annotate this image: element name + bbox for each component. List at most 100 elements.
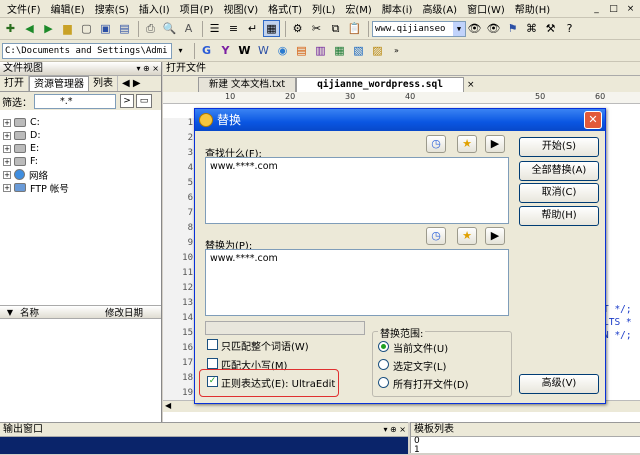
web-icon[interactable]: ◉ [274,42,291,59]
history-icon[interactable]: ◷ [426,227,446,245]
macro-icon[interactable]: ⌘ [523,20,540,37]
start-button[interactable]: 开始(S) [519,137,599,157]
tree-node-e[interactable]: + E: [0,142,161,155]
folder-open-icon[interactable]: ▭ [136,94,152,108]
favorite-star-icon[interactable]: ★ [457,135,477,153]
save-icon[interactable]: ▣ [97,20,114,37]
menu-edit[interactable]: 编辑(E) [46,1,90,16]
expand-arrow-icon[interactable]: ▶ [485,135,505,153]
print-icon[interactable]: ⎙ [142,20,159,37]
css-icon[interactable]: ▧ [350,42,367,59]
filter-apply-button[interactable]: > [120,94,134,108]
path-combo[interactable]: C:\Documents and Settings\Admi [2,42,172,59]
cancel-button[interactable]: 取消(C) [519,183,599,203]
column-name[interactable]: 名称 [20,305,105,319]
html-icon[interactable]: ▤ [293,42,310,59]
menu-format[interactable]: 格式(T) [263,1,307,16]
menu-search[interactable]: 搜索(S) [90,1,134,16]
close-file-icon[interactable]: ▢ [78,20,95,37]
ftp-icon[interactable]: ⚙ [289,20,306,37]
tree-node-f[interactable]: + F: [0,155,161,168]
scope-selected-text-radio[interactable] [378,359,389,370]
php-icon[interactable]: ▥ [312,42,329,59]
back-arrow-icon[interactable]: ◀ [21,20,38,37]
minimize-button[interactable]: _ [589,2,604,16]
indent-icon[interactable]: ≡ [225,20,242,37]
history-icon[interactable]: ◷ [426,135,446,153]
tree-node-network[interactable]: + 网络 [0,168,161,182]
menu-advanced[interactable]: 高级(A) [417,1,462,16]
replace-all-button[interactable]: 全部替换(A) [519,161,599,181]
perl-icon[interactable]: ▦ [331,42,348,59]
yahoo-icon[interactable]: Y [217,42,234,59]
help-icon[interactable]: ? [561,20,578,37]
close-tab-icon[interactable]: × [467,78,475,92]
scope-current-file-radio[interactable] [378,341,389,352]
wikipedia-icon[interactable]: W [236,42,253,59]
find-icon[interactable]: 🔍 [161,20,178,37]
regex-checkbox[interactable]: ✓ [207,376,218,387]
forward-arrow-icon[interactable]: ▶ [40,20,57,37]
tree-node-ftp[interactable]: + FTP 帐号 [0,181,161,195]
menu-insert[interactable]: 插入(I) [134,1,175,16]
tree-node-c[interactable]: + C: [0,116,161,129]
search-combo[interactable]: www.qijianseo ▼ [372,20,466,37]
save-all-icon[interactable]: ▤ [116,20,133,37]
menu-window[interactable]: 窗口(W) [462,1,510,16]
help-button[interactable]: 帮助(H) [519,206,599,226]
menu-file[interactable]: 文件(F) [2,1,46,16]
open-folder-icon[interactable]: ▆ [59,20,76,37]
filter-input[interactable]: *.* [34,93,116,109]
replace-textarea[interactable]: www.****.com [205,249,509,316]
tools-icon[interactable]: ⚒ [542,20,559,37]
close-window-button[interactable]: × [623,2,638,16]
match-case-checkbox[interactable] [207,358,218,369]
menu-script[interactable]: 脚本(i) [377,1,418,16]
list-item[interactable]: 0 [414,437,640,446]
word-icon[interactable]: W [255,42,272,59]
google-icon[interactable]: G [198,42,215,59]
sort-arrow-icon[interactable]: ▼ [0,308,20,317]
js-icon[interactable]: ▨ [369,42,386,59]
binoculars-next-icon[interactable]: 👁 [485,20,502,37]
menu-macro[interactable]: 宏(M) [340,1,376,16]
tab-wordpress-sql[interactable]: qijianne_wordpress.sql [296,77,464,92]
expand-icon[interactable]: + [3,131,11,140]
tree-node-d[interactable]: + D: [0,129,161,142]
expand-icon[interactable]: + [3,170,11,179]
menu-column[interactable]: 列(L) [307,1,340,16]
scope-all-open-radio[interactable] [378,377,389,388]
scroll-left-icon[interactable]: ◀ [165,401,171,410]
list-item[interactable]: 1 [414,446,640,455]
expand-icon[interactable]: + [3,118,11,127]
column-modified-date[interactable]: 修改日期 [105,305,143,319]
favorite-star-icon[interactable]: ★ [457,227,477,245]
expand-arrow-icon[interactable]: ▶ [485,227,505,245]
tab-explorer[interactable]: 资源管理器 [29,76,89,91]
tab-new-text-document[interactable]: 新建 文本文档.txt [198,77,297,92]
chevron-down-icon[interactable]: ▼ [453,21,465,36]
expand-icon[interactable]: + [3,157,11,166]
dialog-close-button[interactable]: ✕ [584,111,602,129]
menu-project[interactable]: 项目(P) [175,1,219,16]
advanced-button[interactable]: 高级(V) [519,374,599,394]
match-word-checkbox[interactable] [207,339,218,350]
new-file-icon[interactable]: ✚ [2,20,19,37]
menu-help[interactable]: 帮助(H) [510,1,555,16]
paste-icon[interactable]: 📋 [346,20,363,37]
copy-icon[interactable]: ⧉ [327,20,344,37]
expand-icon[interactable]: + [3,144,11,153]
binoculars-icon[interactable]: 👁 [466,20,483,37]
tab-open[interactable]: 打开 [0,76,29,91]
word-wrap-icon[interactable]: ↵ [244,20,261,37]
menu-view[interactable]: 视图(V) [218,1,263,16]
replace-icon[interactable]: A [180,20,197,37]
tab-list[interactable]: 列表 [89,76,118,91]
list-icon[interactable]: ☰ [206,20,223,37]
expand-icon[interactable]: + [3,183,11,192]
tab-scroll-arrows[interactable]: ◀ ▶ [118,76,145,91]
toolbar-chevron-icon[interactable]: ▾ [172,42,189,59]
more-chevron-icon[interactable]: » [388,42,405,59]
column-mode-icon[interactable]: ▦ [263,20,280,37]
restore-button[interactable]: □ [606,2,621,16]
